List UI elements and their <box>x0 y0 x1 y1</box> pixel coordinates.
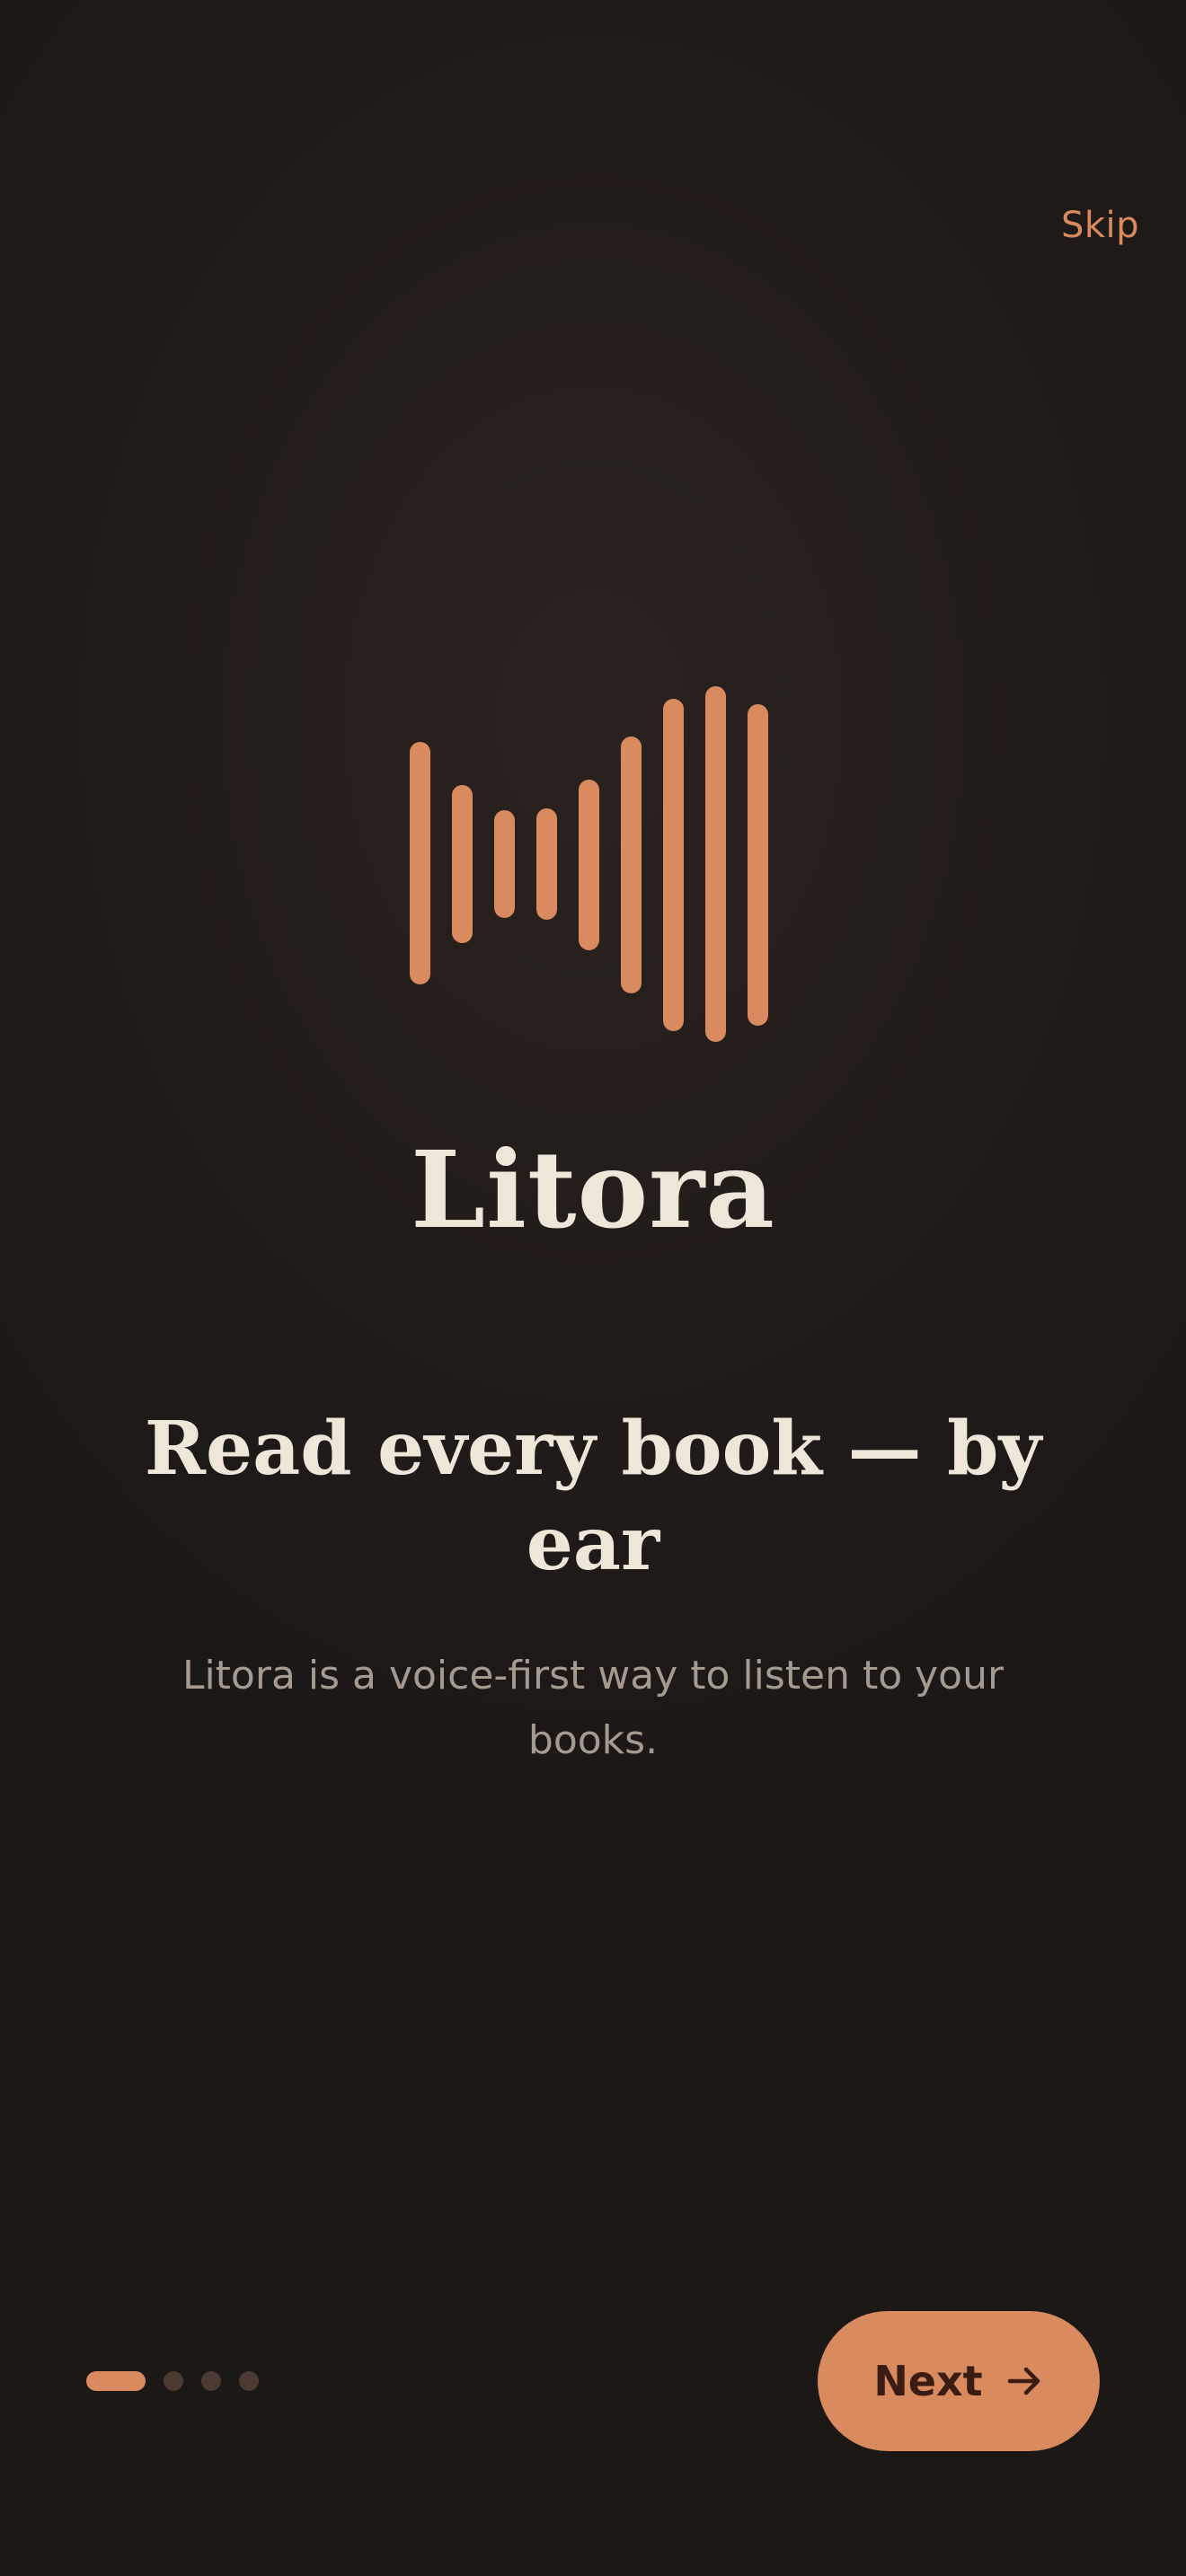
page-dot <box>164 2371 183 2391</box>
arrow-right-icon <box>1005 2361 1044 2401</box>
page-dot <box>201 2371 221 2391</box>
wave-bar <box>663 699 684 1031</box>
skip-button[interactable]: Skip <box>1061 205 1139 246</box>
page-dot <box>239 2371 259 2391</box>
wave-bar <box>579 780 599 950</box>
onboarding-headline: Read every book — by ear <box>144 1406 1042 1587</box>
wave-bar <box>705 686 726 1042</box>
brand-name: Litora <box>411 1127 775 1252</box>
sound-wave-icon <box>410 683 776 1042</box>
wave-bar <box>410 742 430 984</box>
onboarding-subtitle: Litora is a voice-first way to listen to… <box>181 1653 1005 1763</box>
wave-bar <box>494 810 515 918</box>
wave-bar <box>452 785 473 943</box>
wave-bar <box>536 808 557 920</box>
next-button-label: Next <box>873 2357 983 2405</box>
page-dot-active <box>86 2371 146 2391</box>
wave-bar <box>621 737 642 993</box>
wave-bar <box>748 704 768 1026</box>
next-button[interactable]: Next <box>818 2311 1100 2451</box>
